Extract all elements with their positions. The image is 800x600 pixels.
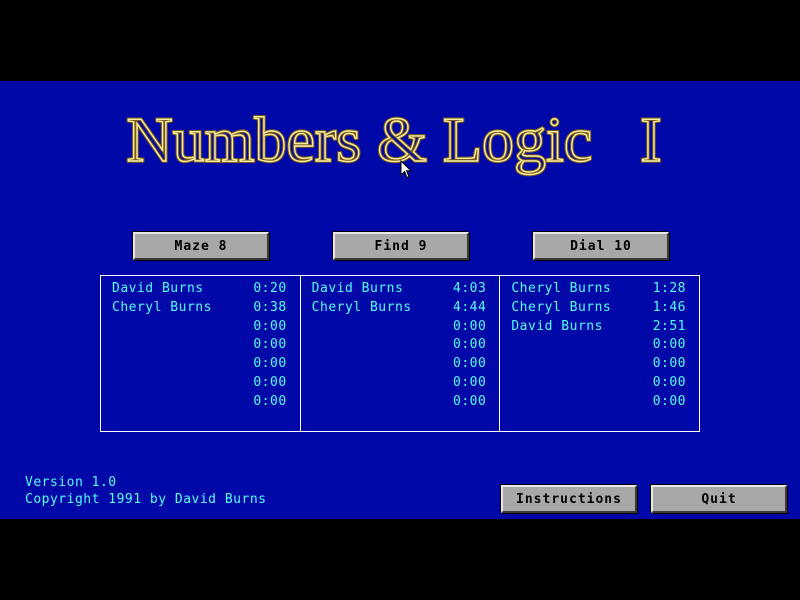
score-row: 0:00 — [101, 356, 300, 375]
copyright-text: Copyright 1991 by David Burns — [25, 492, 267, 507]
score-row: 0:00 — [101, 319, 300, 338]
score-row: 0:00 — [301, 337, 500, 356]
score-row: Cheryl Burns 1:46 — [500, 300, 699, 319]
instructions-button[interactable]: Instructions — [501, 485, 637, 513]
maze-8-button[interactable]: Maze 8 — [133, 232, 269, 260]
score-time: 0:00 — [453, 318, 487, 334]
score-time: 2:51 — [652, 318, 687, 334]
mouse-pointer-icon — [400, 160, 413, 179]
score-row: 0:00 — [301, 375, 500, 394]
score-time: 0:00 — [253, 337, 287, 353]
score-time: 1:28 — [652, 281, 687, 296]
score-name: Cheryl Burns — [112, 299, 212, 315]
score-row: 0:00 — [301, 356, 500, 375]
score-row: 0:00 — [500, 375, 699, 394]
quit-button[interactable]: Quit — [651, 485, 787, 513]
score-time: 0:00 — [453, 374, 487, 390]
score-time: 0:38 — [253, 299, 287, 315]
dial-10-button-label: Dial 10 — [570, 238, 632, 254]
score-row: 0:00 — [101, 394, 300, 413]
maze-8-button-label: Maze 8 — [174, 238, 228, 254]
quit-button-label: Quit — [701, 491, 737, 507]
score-time: 4:44 — [453, 299, 487, 315]
score-time: 0:00 — [652, 337, 687, 353]
score-time: 1:46 — [652, 299, 687, 315]
score-time: 0:00 — [453, 393, 487, 409]
score-row: 0:00 — [101, 337, 300, 356]
score-name: David Burns — [511, 318, 603, 334]
score-row: David Burns 0:20 — [101, 281, 300, 300]
game-title-text-highlight: Numbers & Logic I — [127, 104, 662, 175]
high-score-table: David Burns 0:20 Cheryl Burns 0:38 0:00 0:… — [100, 275, 700, 432]
score-row: 0:00 — [301, 319, 500, 338]
score-time: 0:00 — [253, 318, 287, 334]
score-row: 0:00 — [500, 356, 699, 375]
score-name: David Burns — [112, 281, 204, 296]
score-time: 0:00 — [453, 356, 487, 372]
maze-8-score-column: David Burns 0:20 Cheryl Burns 0:38 0:00 0:… — [101, 276, 300, 431]
score-row: 0:00 — [101, 375, 300, 394]
score-row: David Burns 2:51 — [500, 319, 699, 338]
score-row: Cheryl Burns 0:38 — [101, 300, 300, 319]
score-name: Cheryl Burns — [311, 299, 412, 315]
score-row: 0:00 — [500, 337, 699, 356]
score-time: 0:00 — [253, 393, 287, 409]
score-time: 4:03 — [453, 281, 487, 296]
find-9-button[interactable]: Find 9 — [333, 232, 469, 260]
score-row: 0:00 — [301, 394, 500, 413]
score-row: Cheryl Burns 1:28 — [500, 281, 699, 300]
instructions-button-label: Instructions — [516, 491, 622, 507]
find-9-button-label: Find 9 — [374, 238, 428, 254]
dial-10-score-column: Cheryl Burns 1:28 Cheryl Burns 1:46 David … — [499, 276, 699, 431]
score-time: 0:00 — [253, 374, 287, 390]
game-screen: Numbers & Logic I Numbers & Logic I Maze… — [0, 81, 800, 519]
score-name: Cheryl Burns — [511, 281, 612, 296]
score-time: 0:00 — [652, 374, 687, 390]
score-time: 0:00 — [652, 356, 687, 372]
dial-10-button[interactable]: Dial 10 — [533, 232, 669, 260]
find-9-score-column: David Burns 4:03 Cheryl Burns 4:44 0:00 0:… — [299, 276, 500, 431]
score-time: 0:00 — [453, 337, 487, 353]
version-text: Version 1.0 — [25, 475, 117, 490]
score-time: 0:00 — [652, 393, 687, 409]
score-time: 0:00 — [253, 356, 287, 372]
score-row: David Burns 4:03 — [301, 281, 500, 300]
score-row: 0:00 — [500, 394, 699, 413]
score-name: Cheryl Burns — [511, 299, 612, 315]
score-time: 0:20 — [253, 281, 287, 296]
score-name: David Burns — [311, 281, 404, 296]
score-row: Cheryl Burns 4:44 — [301, 300, 500, 319]
